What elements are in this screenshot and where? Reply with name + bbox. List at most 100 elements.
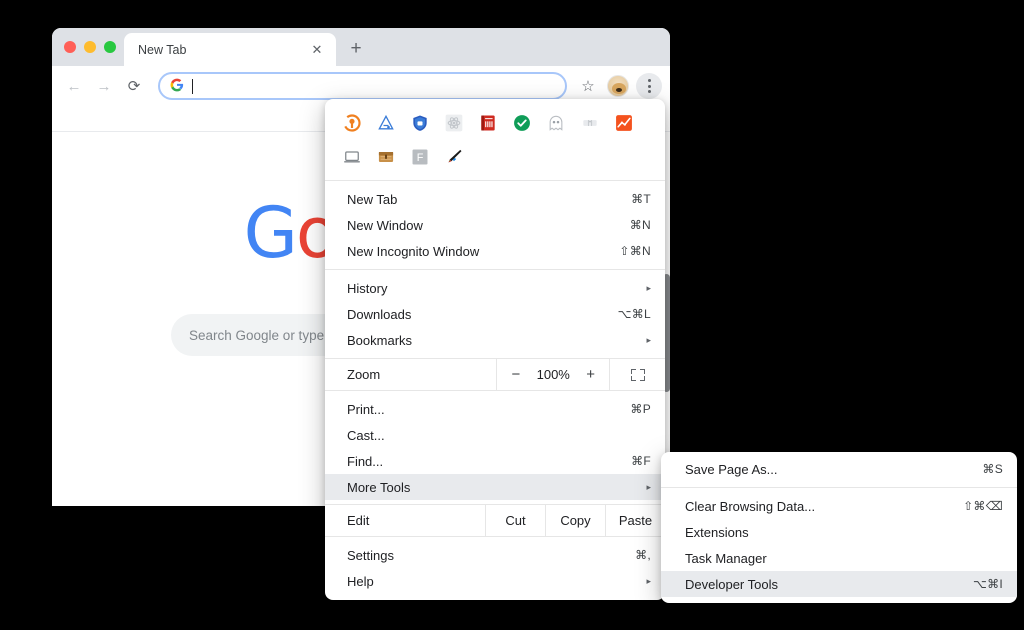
menu-item-label: History xyxy=(347,280,388,296)
pen-extension-icon[interactable] xyxy=(439,142,469,172)
menu-item-shortcut: ⌘P xyxy=(630,402,651,416)
menu-item-cast[interactable]: Cast... xyxy=(325,422,665,448)
back-icon[interactable]: ← xyxy=(60,72,88,100)
menu-item-label: Bookmarks xyxy=(347,332,413,348)
tab-title: New Tab xyxy=(138,42,187,57)
chrome-main-menu: [*] F New Tab ⌘T New Window ⌘N New Incog… xyxy=(325,99,665,600)
menu-divider xyxy=(661,487,1017,488)
analytics-extension-icon[interactable] xyxy=(609,108,639,138)
notebook-extension-icon[interactable] xyxy=(473,108,503,138)
menu-item-shortcut: ⌥⌘I xyxy=(972,577,1003,591)
bookmark-star-icon[interactable]: ☆ xyxy=(575,73,601,99)
zoom-in-button[interactable]: + xyxy=(586,366,595,383)
close-icon[interactable]: ✕ xyxy=(308,41,326,59)
menu-item-label: Print... xyxy=(347,401,385,417)
menu-item-help[interactable]: Help ▸ xyxy=(325,568,665,594)
menu-item-label: New Window xyxy=(347,217,423,233)
menu-item-label: Task Manager xyxy=(685,550,767,566)
menu-row-edit: Edit Cut Copy Paste xyxy=(325,504,665,537)
menu-item-label: Extensions xyxy=(685,524,749,540)
zoom-out-button[interactable]: − xyxy=(511,366,520,383)
triangle-extension-icon[interactable] xyxy=(371,108,401,138)
minimize-window-button[interactable] xyxy=(84,41,96,53)
menu-item-shortcut: ⇧⌘N xyxy=(619,244,651,258)
chest-extension-icon[interactable] xyxy=(371,142,401,172)
menu-item-print[interactable]: Print... ⌘P xyxy=(325,396,665,422)
menu-group-tools: Print... ⌘P Cast... Find... ⌘F More Tool… xyxy=(325,396,665,500)
edit-copy-button[interactable]: Copy xyxy=(545,505,605,536)
menu-item-shortcut: ⌘, xyxy=(635,548,651,562)
menu-item-new-incognito-window[interactable]: New Incognito Window ⇧⌘N xyxy=(325,238,665,264)
window-controls xyxy=(62,28,124,66)
logo-letter: G xyxy=(243,192,298,274)
edit-label: Edit xyxy=(347,513,370,528)
reload-icon[interactable]: ⟳ xyxy=(120,72,148,100)
menu-item-label: Find... xyxy=(347,453,384,469)
forward-icon[interactable]: → xyxy=(90,72,118,100)
menu-item-find[interactable]: Find... ⌘F xyxy=(325,448,665,474)
laptop-extension-icon[interactable] xyxy=(337,142,367,172)
edit-cut-button[interactable]: Cut xyxy=(485,505,545,536)
menu-item-bookmarks[interactable]: Bookmarks ▸ xyxy=(325,327,665,353)
menu-item-shortcut: ⌘N xyxy=(629,218,651,232)
menu-item-new-tab[interactable]: New Tab ⌘T xyxy=(325,186,665,212)
menu-item-shortcut: ⇧⌘⌫ xyxy=(963,499,1003,513)
menu-item-downloads[interactable]: Downloads ⌥⌘L xyxy=(325,301,665,327)
atom-extension-icon[interactable] xyxy=(439,108,469,138)
submenu-item-task-manager[interactable]: Task Manager xyxy=(661,545,1017,571)
submenu-item-extensions[interactable]: Extensions xyxy=(661,519,1017,545)
badge-extension-icon[interactable]: [*] xyxy=(575,108,605,138)
menu-item-label: Clear Browsing Data... xyxy=(685,498,816,514)
menu-row-zoom: Zoom − 100% + xyxy=(325,358,665,391)
chevron-right-icon: ▸ xyxy=(646,334,651,345)
new-tab-button[interactable]: + xyxy=(342,35,370,63)
fullscreen-button[interactable] xyxy=(609,359,665,390)
text-cursor xyxy=(192,78,193,94)
edit-paste-button[interactable]: Paste xyxy=(605,505,665,536)
chevron-right-icon: ▸ xyxy=(646,282,651,293)
chevron-right-icon: ▸ xyxy=(646,481,651,492)
submenu-item-clear-browsing-data[interactable]: Clear Browsing Data... ⇧⌘⌫ xyxy=(661,493,1017,519)
screen: New Tab ✕ + ← → ⟳ ☆ Go Search Google or … xyxy=(0,0,1024,630)
menu-item-label: Developer Tools xyxy=(685,576,778,592)
submenu-item-developer-tools[interactable]: Developer Tools ⌥⌘I xyxy=(661,571,1017,597)
menu-item-new-window[interactable]: New Window ⌘N xyxy=(325,212,665,238)
menu-divider xyxy=(325,269,665,270)
ghost-extension-icon[interactable] xyxy=(541,108,571,138)
extensions-row: [*] F xyxy=(325,99,665,180)
shield-extension-icon[interactable] xyxy=(405,108,435,138)
menu-item-more-tools[interactable]: More Tools ▸ xyxy=(325,474,665,500)
close-window-button[interactable] xyxy=(64,41,76,53)
avatar[interactable] xyxy=(607,75,629,97)
address-bar[interactable] xyxy=(158,72,567,100)
zoom-label: Zoom xyxy=(347,367,381,382)
keyhole-extension-icon[interactable] xyxy=(337,108,367,138)
menu-item-history[interactable]: History ▸ xyxy=(325,275,665,301)
menu-item-label: More Tools xyxy=(347,479,411,495)
menu-item-label: New Incognito Window xyxy=(347,243,480,259)
menu-item-shortcut: ⌘S xyxy=(982,462,1003,476)
zoom-controls: − 100% + xyxy=(496,359,609,390)
more-tools-submenu: Save Page As... ⌘S Clear Browsing Data..… xyxy=(661,452,1017,603)
tab-new-tab[interactable]: New Tab ✕ xyxy=(124,33,336,66)
checkmark-extension-icon[interactable] xyxy=(507,108,537,138)
google-g-icon xyxy=(170,78,184,94)
menu-item-label: Settings xyxy=(347,547,394,563)
maximize-window-button[interactable] xyxy=(104,41,116,53)
fullscreen-icon xyxy=(630,368,645,381)
chevron-right-icon: ▸ xyxy=(646,575,651,586)
zoom-level: 100% xyxy=(536,367,570,382)
menu-item-label: Cast... xyxy=(347,427,385,443)
menu-item-shortcut: ⌘F xyxy=(631,454,651,468)
menu-item-shortcut: ⌥⌘L xyxy=(617,307,651,321)
submenu-item-save-page-as[interactable]: Save Page As... ⌘S xyxy=(661,456,1017,482)
menu-item-label: Help xyxy=(347,573,374,589)
svg-text:F: F xyxy=(417,152,424,164)
menu-group-browse: History ▸ Downloads ⌥⌘L Bookmarks ▸ xyxy=(325,275,665,353)
svg-text:[*]: [*] xyxy=(588,121,593,127)
menu-group-new: New Tab ⌘T New Window ⌘N New Incognito W… xyxy=(325,186,665,264)
menu-item-label: Save Page As... xyxy=(685,461,778,477)
menu-item-settings[interactable]: Settings ⌘, xyxy=(325,542,665,568)
f-extension-icon[interactable]: F xyxy=(405,142,435,172)
three-dot-menu-icon[interactable] xyxy=(636,73,662,99)
